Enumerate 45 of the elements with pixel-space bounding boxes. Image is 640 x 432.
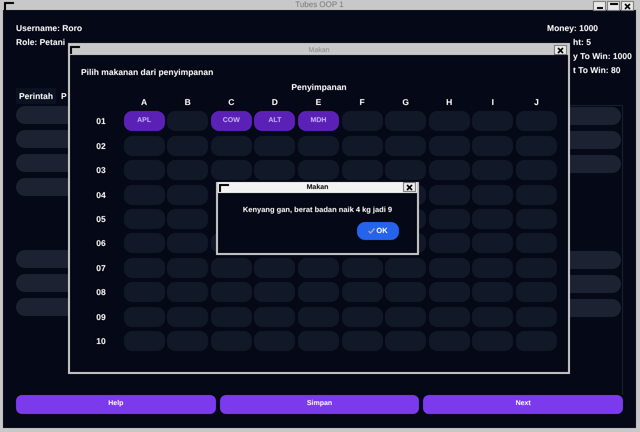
prompt-text: Pilih makanan dari penyimpanan [81,67,214,77]
role-label: Role: Petani [16,37,66,47]
column-header: J [533,97,540,107]
column-header: A [140,97,148,107]
storage-slot[interactable] [254,160,296,180]
column-header: C [227,97,236,107]
close-button[interactable] [554,45,567,55]
column-header: B [184,97,192,107]
storage-slot[interactable] [298,160,339,180]
row-label: 10 [95,334,107,348]
row-label: 01 [95,115,107,128]
tab[interactable]: P [58,88,70,104]
window-title: Tubes OOP 1 [295,1,344,9]
window-icon [4,2,14,10]
column-header: F [358,97,366,107]
stat-label: y To Win: 1000 [573,51,632,61]
row-label: 04 [95,188,107,202]
username-label: Username: Roro [16,23,84,33]
column-header: E [314,97,322,107]
column-header: I [490,97,496,107]
row-label: 03 [95,164,107,178]
stat-label: t To Win: 80 [573,65,620,75]
column-header: H [445,97,454,107]
column-header: G [401,97,410,107]
row-label: 07 [95,262,107,275]
column-header: D [270,97,279,107]
close-button[interactable] [621,1,634,11]
row-label: 05 [95,212,107,226]
tab[interactable]: Perintah [16,88,56,104]
minimize-button[interactable] [593,1,606,11]
check-icon [368,228,376,234]
window-icon [219,184,229,192]
row-label: 09 [95,310,107,324]
storage-slot[interactable] [342,160,383,180]
minimize-icon [596,7,602,9]
grid-title: Penyimpanan [290,82,348,92]
close-button[interactable] [403,182,416,192]
maximize-button[interactable] [607,1,620,11]
stat-label: ht: 5 [573,37,591,47]
stat-label: Money: 1000 [547,23,598,33]
row-label: 08 [95,286,107,300]
storage-slot[interactable] [210,160,252,180]
row-label: 06 [95,237,107,250]
window-icon [70,46,80,54]
row-label: 02 [95,140,107,153]
